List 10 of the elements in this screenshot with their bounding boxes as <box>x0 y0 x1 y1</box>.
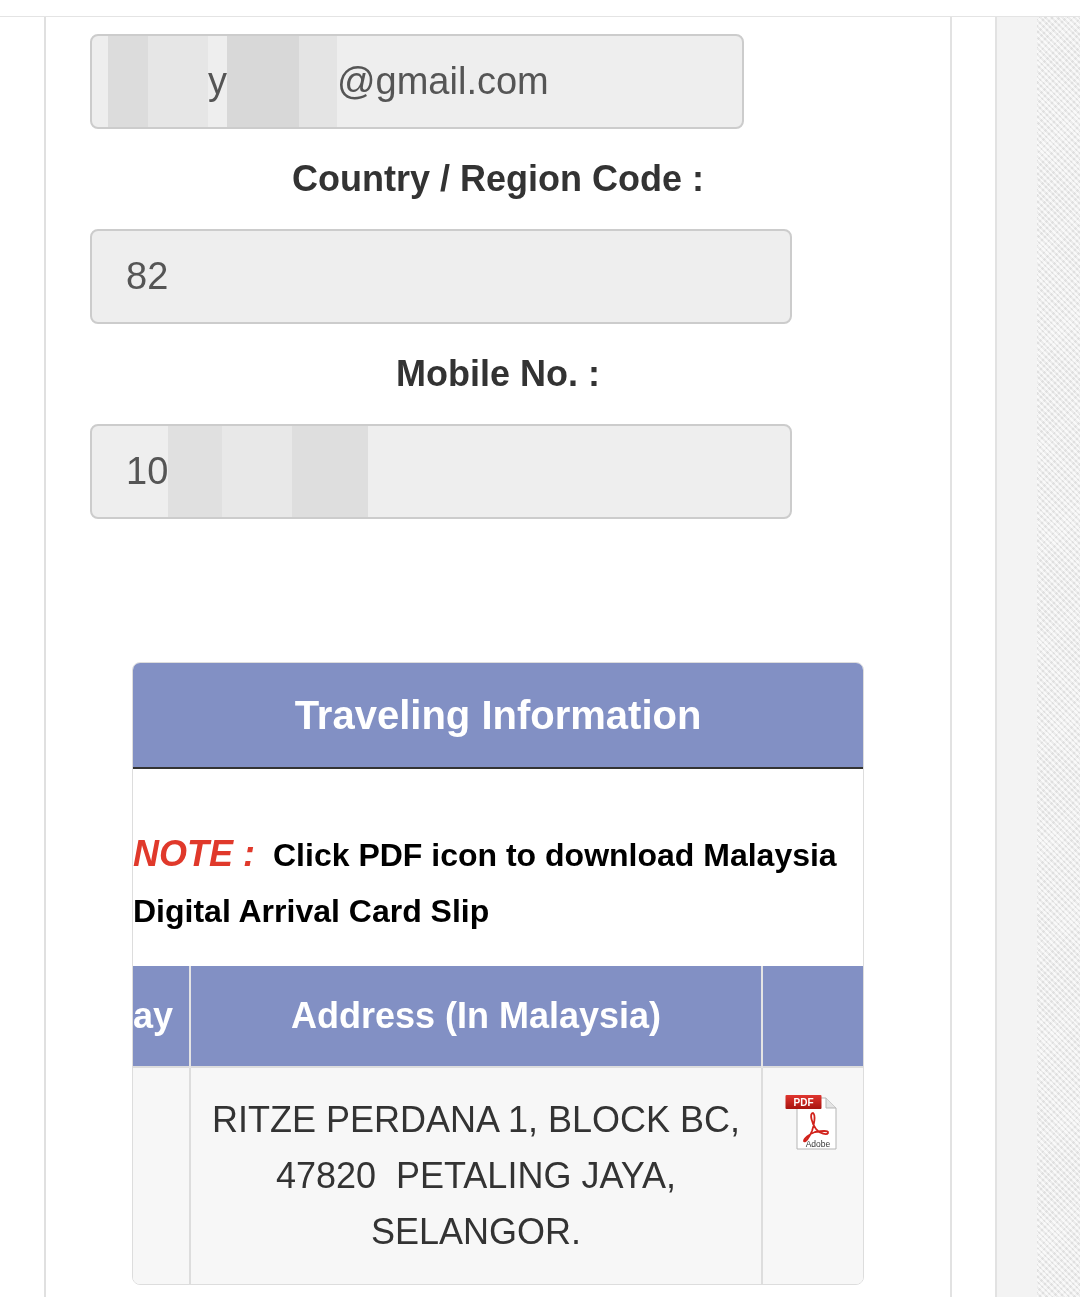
input-field[interactable]: 82 <box>90 229 792 324</box>
address-cell: RITZE PERDANA 1, BLOCK BC, 47820 PETALING JAYA, SELANGOR. <box>190 1067 762 1284</box>
input-field[interactable]: 10 <box>90 424 792 519</box>
column-header: Address (In Malaysia) <box>190 966 762 1067</box>
input-field[interactable]: y @gmail.com <box>90 34 744 129</box>
section-header: Traveling Information <box>133 663 863 769</box>
field-label: Mobile No. : <box>395 352 601 396</box>
column-header: ay <box>133 966 190 1067</box>
field-label: Country / Region Code : <box>291 157 705 201</box>
note-text: NOTE : Click PDF icon to download Malaysia Digital Arrival Card Slip <box>133 832 838 931</box>
